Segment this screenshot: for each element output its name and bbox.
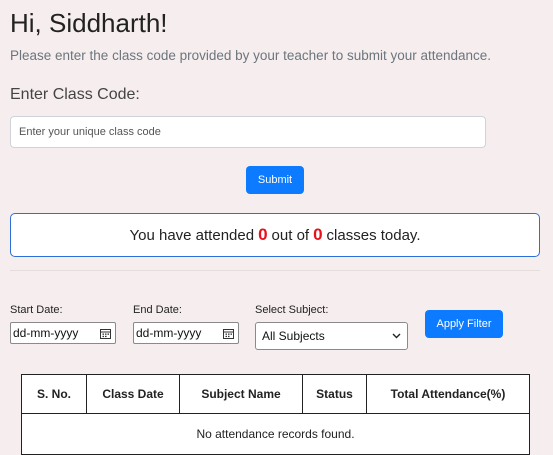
attendance-summary: You have attended 0 out of 0 classes tod… xyxy=(10,213,540,257)
start-date-value: dd-mm-yyyy xyxy=(13,326,79,340)
attended-count: 0 xyxy=(258,225,268,244)
column-header-subject: Subject Name xyxy=(179,374,303,414)
subject-select[interactable]: All Subjects xyxy=(255,322,408,350)
column-header-status: Status xyxy=(302,374,367,414)
submit-button[interactable]: Submit xyxy=(246,166,304,194)
class-code-label: Enter Class Code: xyxy=(10,86,140,103)
start-date-label: Start Date: xyxy=(10,304,63,316)
column-header-total-attendance: Total Attendance(%) xyxy=(366,374,530,414)
attendance-table: S. No. Class Date Subject Name Status To… xyxy=(21,374,530,455)
calendar-icon[interactable] xyxy=(100,328,111,339)
summary-middle: out of xyxy=(271,226,310,244)
end-date-input[interactable]: dd-mm-yyyy xyxy=(133,322,239,344)
chevron-down-icon xyxy=(392,333,401,339)
total-count: 0 xyxy=(313,225,323,244)
calendar-icon[interactable] xyxy=(223,328,234,339)
summary-prefix: You have attended xyxy=(129,226,255,244)
summary-suffix: classes today. xyxy=(326,226,421,244)
end-date-label: End Date: xyxy=(133,304,182,316)
table-header-row: S. No. Class Date Subject Name Status To… xyxy=(21,374,530,414)
column-header-class-date: Class Date xyxy=(86,374,180,414)
instructions-text: Please enter the class code provided by … xyxy=(10,48,492,63)
empty-message: No attendance records found. xyxy=(21,413,530,455)
start-date-input[interactable]: dd-mm-yyyy xyxy=(10,322,116,344)
section-divider xyxy=(10,270,540,271)
subject-selected-value: All Subjects xyxy=(262,329,325,343)
subject-label: Select Subject: xyxy=(255,304,329,316)
class-code-input[interactable] xyxy=(10,116,486,148)
column-header-serial: S. No. xyxy=(21,374,87,414)
table-row: No attendance records found. xyxy=(21,413,530,455)
apply-filter-button[interactable]: Apply Filter xyxy=(425,310,503,338)
end-date-value: dd-mm-yyyy xyxy=(136,326,202,340)
page-title: Hi, Siddharth! xyxy=(10,8,168,38)
